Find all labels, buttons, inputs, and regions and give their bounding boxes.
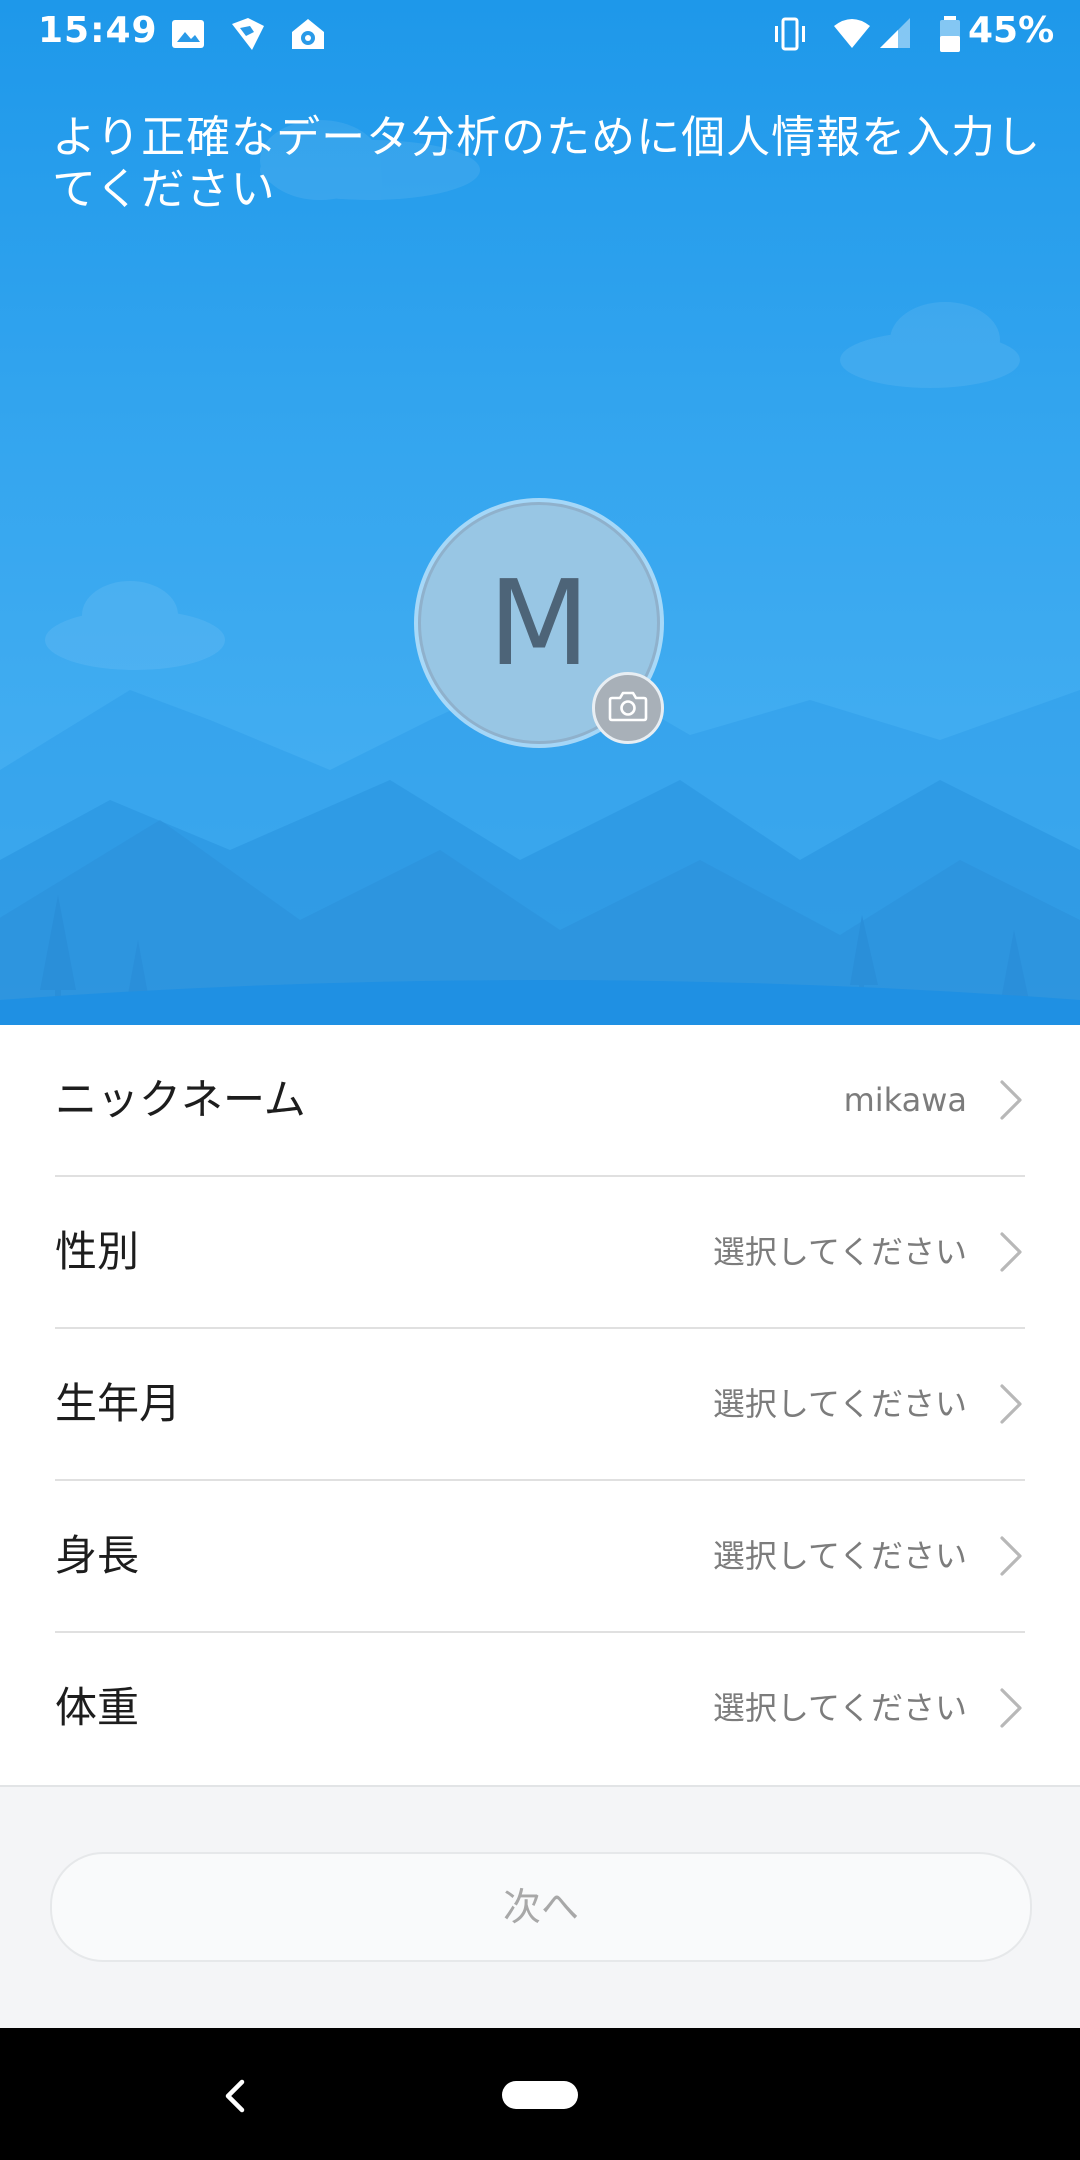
height-value: 選択してください: [712, 1537, 967, 1575]
profile-form: ニックネーム mikawa 性別 選択してください 生年月 選択してください 身…: [0, 1025, 1080, 1787]
status-bar: 15:49 45%: [0, 0, 1080, 70]
profile-header: 15:49 45% より正確なデータ分析のために個人情報を入力してください M: [0, 0, 1080, 1025]
battery-percentage: 45%: [968, 10, 1055, 51]
height-label: 身長: [55, 1531, 140, 1580]
change-photo-button[interactable]: [592, 672, 664, 744]
image-icon: [172, 20, 204, 48]
weight-label: 体重: [55, 1683, 140, 1732]
page-title: より正確なデータ分析のために個人情報を入力してください: [52, 112, 1042, 215]
cast-icon: [232, 18, 264, 50]
gender-row[interactable]: 性別 選択してください: [55, 1177, 1025, 1329]
home-icon: [292, 19, 324, 49]
signal-icon: [880, 18, 910, 48]
status-time: 15:49: [38, 10, 158, 51]
wifi-icon: [834, 19, 870, 48]
height-row[interactable]: 身長 選択してください: [55, 1481, 1025, 1633]
chevron-right-icon: [1000, 1080, 1022, 1120]
birth-month-label: 生年月: [55, 1379, 182, 1428]
gender-value: 選択してください: [712, 1233, 967, 1271]
nickname-label: ニックネーム: [55, 1075, 306, 1124]
next-button[interactable]: 次へ: [50, 1852, 1032, 1962]
birth-month-row[interactable]: 生年月 選択してください: [55, 1329, 1025, 1481]
avatar-area: M: [418, 502, 664, 744]
home-pill-icon[interactable]: [502, 2081, 578, 2109]
camera-icon: [608, 691, 648, 722]
nickname-row[interactable]: ニックネーム mikawa: [55, 1025, 1025, 1177]
weight-value: 選択してください: [712, 1689, 967, 1727]
birth-month-value: 選択してください: [712, 1385, 967, 1423]
nickname-value: mikawa: [843, 1081, 967, 1119]
battery-icon: [940, 16, 960, 52]
chevron-right-icon: [1000, 1384, 1022, 1424]
gender-label: 性別: [55, 1227, 140, 1276]
chevron-right-icon: [1000, 1232, 1022, 1272]
weight-row[interactable]: 体重 選択してください: [55, 1633, 1025, 1783]
back-icon[interactable]: [220, 2076, 250, 2116]
chevron-right-icon: [1000, 1688, 1022, 1728]
vibrate-icon: [775, 17, 805, 51]
chevron-right-icon: [1000, 1536, 1022, 1576]
